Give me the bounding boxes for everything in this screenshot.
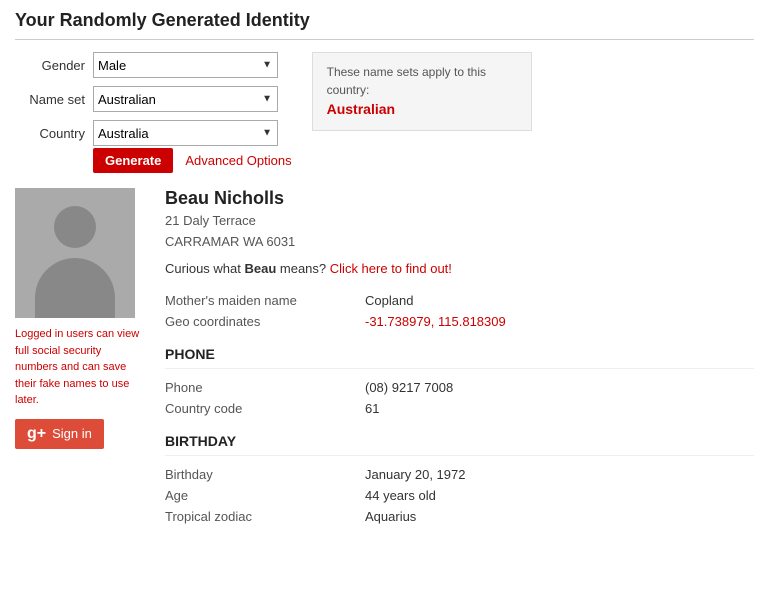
silhouette: [15, 188, 135, 318]
geo-value: -31.738979, 115.818309: [365, 311, 754, 332]
phone-divider: [165, 368, 754, 369]
country-select[interactable]: Australia: [93, 120, 278, 146]
zodiac-value: Aquarius: [365, 506, 754, 527]
zodiac-label: Tropical zodiac: [165, 506, 365, 527]
address-line1: 21 Daly Terrace: [165, 213, 256, 228]
nameset-info-value: Australian: [327, 101, 395, 117]
nameset-label: Name set: [15, 92, 85, 107]
page-title: Your Randomly Generated Identity: [15, 10, 754, 40]
nameset-select[interactable]: Australian: [93, 86, 278, 112]
address-line2: CARRAMAR WA 6031: [165, 234, 295, 249]
table-row: Tropical zodiac Aquarius: [165, 506, 754, 527]
country-code-value: 61: [365, 398, 754, 419]
geo-label: Geo coordinates: [165, 311, 365, 332]
mothers-maiden-label: Mother's maiden name: [165, 290, 365, 311]
age-label: Age: [165, 485, 365, 506]
signin-button[interactable]: g+ Sign in: [15, 419, 104, 449]
birthday-label: Birthday: [165, 464, 365, 485]
silhouette-body: [35, 258, 115, 318]
country-code-label: Country code: [165, 398, 365, 419]
birthday-divider: [165, 455, 754, 456]
table-row: Age 44 years old: [165, 485, 754, 506]
country-select-wrapper: Australia: [93, 120, 278, 146]
table-row: Country code 61: [165, 398, 754, 419]
birthday-value: January 20, 1972: [365, 464, 754, 485]
table-row: Birthday January 20, 1972: [165, 464, 754, 485]
curious-name: Beau: [244, 261, 276, 276]
curious-line: Curious what Beau means? Click here to f…: [165, 261, 754, 276]
profile-info: Beau Nicholls 21 Daly Terrace CARRAMAR W…: [165, 188, 754, 541]
birthday-section-title: BIRTHDAY: [165, 433, 754, 449]
avatar-image: [15, 188, 135, 318]
avatar-info-text: Logged in users can view full social sec…: [15, 326, 145, 409]
gender-label: Gender: [15, 58, 85, 73]
gender-select-wrapper: Male Female: [93, 52, 278, 78]
birthday-table: Birthday January 20, 1972 Age 44 years o…: [165, 464, 754, 527]
signin-label: Sign in: [52, 426, 92, 441]
curious-suffix: means?: [276, 261, 326, 276]
gender-select[interactable]: Male Female: [93, 52, 278, 78]
phone-value: (08) 9217 7008: [365, 377, 754, 398]
nameset-info-box: These name sets apply to this country: A…: [312, 52, 532, 131]
age-value: 44 years old: [365, 485, 754, 506]
nameset-info-text: These name sets apply to this country:: [327, 65, 486, 97]
country-label: Country: [15, 126, 85, 141]
table-row: Phone (08) 9217 7008: [165, 377, 754, 398]
phone-section-title: PHONE: [165, 346, 754, 362]
generate-button[interactable]: Generate: [93, 148, 173, 173]
nameset-select-wrapper: Australian: [93, 86, 278, 112]
phone-label: Phone: [165, 377, 365, 398]
details-table: Mother's maiden name Copland Geo coordin…: [165, 290, 754, 332]
curious-prefix: Curious what: [165, 261, 244, 276]
profile-address: 21 Daly Terrace CARRAMAR WA 6031: [165, 211, 754, 253]
table-row: Geo coordinates -31.738979, 115.818309: [165, 311, 754, 332]
curious-link[interactable]: Click here to find out!: [330, 261, 452, 276]
mothers-maiden-value: Copland: [365, 290, 754, 311]
gplus-icon: g+: [27, 425, 46, 443]
phone-table: Phone (08) 9217 7008 Country code 61: [165, 377, 754, 419]
profile-name: Beau Nicholls: [165, 188, 754, 209]
table-row: Mother's maiden name Copland: [165, 290, 754, 311]
advanced-options-link[interactable]: Advanced Options: [185, 153, 291, 168]
silhouette-head: [54, 206, 96, 248]
